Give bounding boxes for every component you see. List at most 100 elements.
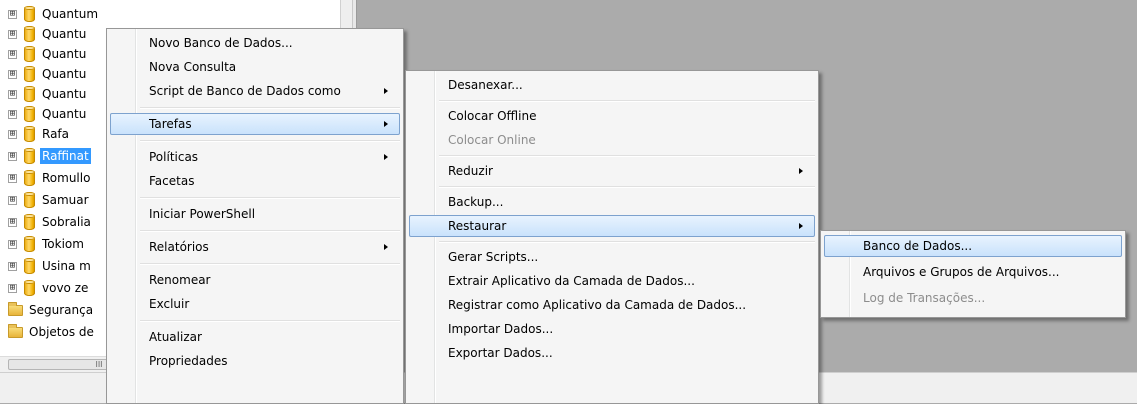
tree-item[interactable]: ⊞ Quantu bbox=[8, 84, 88, 104]
menu-item-label: Registrar como Aplicativo da Camada de D… bbox=[448, 298, 747, 312]
menu-item-restaurar[interactable]: Restaurar bbox=[409, 215, 815, 237]
menu-item-label: Iniciar PowerShell bbox=[149, 207, 256, 221]
tree-item[interactable]: ⊞ Usina m bbox=[8, 256, 93, 276]
menu-item-label: Gerar Scripts... bbox=[448, 250, 539, 264]
menu-item-extrair-aplicativo-da-camada-de-dados[interactable]: Extrair Aplicativo da Camada de Dados... bbox=[409, 270, 815, 292]
tree-item-label[interactable]: Samuar bbox=[40, 192, 91, 208]
database-icon bbox=[24, 106, 35, 122]
menu-item-relatorios[interactable]: Relatórios bbox=[110, 236, 400, 258]
submenu-arrow-icon bbox=[799, 168, 803, 174]
tree-item[interactable]: ⊞ Quantu bbox=[8, 24, 88, 44]
tree-item[interactable]: ⊞ Tokiom bbox=[8, 234, 86, 254]
menu-item-reduzir[interactable]: Reduzir bbox=[409, 160, 815, 182]
menu-item-label: Banco de Dados... bbox=[863, 239, 973, 253]
menu-separator bbox=[140, 107, 400, 109]
menu-item-label: Reduzir bbox=[448, 164, 493, 178]
database-icon bbox=[24, 86, 35, 102]
menu-item-banco-de-dados[interactable]: Banco de Dados... bbox=[824, 235, 1122, 257]
menu-item-atualizar[interactable]: Atualizar bbox=[110, 326, 400, 348]
menu-item-propriedades[interactable]: Propriedades bbox=[110, 350, 400, 372]
tree-item-label[interactable]: Tokiom bbox=[40, 236, 86, 252]
menu-separator bbox=[439, 186, 815, 188]
menu-item-exportar-dados[interactable]: Exportar Dados... bbox=[409, 342, 815, 364]
tree-item[interactable]: ⊞ Quantu bbox=[8, 104, 88, 124]
tree-item-label[interactable]: Objetos de bbox=[27, 324, 96, 340]
context-menu-database: Novo Banco de Dados... Nova Consulta Scrip… bbox=[106, 28, 404, 404]
tree-item[interactable]: ⊞ Rafa bbox=[8, 124, 71, 144]
tree-item[interactable]: ⊞ Raffinat bbox=[8, 146, 91, 166]
tree-item-label[interactable]: Rafa bbox=[40, 126, 71, 142]
menu-item-importar-dados[interactable]: Importar Dados... bbox=[409, 318, 815, 340]
tree-item[interactable]: ⊞ Samuar bbox=[8, 190, 91, 210]
expand-icon[interactable]: ⊞ bbox=[8, 109, 17, 119]
tree-item-label[interactable]: Quantu bbox=[40, 106, 88, 122]
tree-item-label[interactable]: Raffinat bbox=[40, 148, 91, 164]
menu-item-tarefas[interactable]: Tarefas bbox=[110, 113, 400, 135]
database-icon bbox=[24, 258, 35, 274]
expand-icon[interactable]: ⊞ bbox=[8, 29, 17, 39]
expand-icon[interactable]: ⊞ bbox=[8, 217, 17, 227]
menu-item-label: Desanexar... bbox=[448, 78, 523, 92]
expand-icon[interactable]: ⊞ bbox=[8, 261, 17, 271]
menu-item-excluir[interactable]: Excluir bbox=[110, 293, 400, 315]
menu-item-gerar-scripts[interactable]: Gerar Scripts... bbox=[409, 246, 815, 268]
menu-item-facetas[interactable]: Facetas bbox=[110, 170, 400, 192]
database-icon bbox=[24, 148, 35, 164]
database-icon bbox=[24, 236, 35, 252]
tree-item[interactable]: ⊞ Quantu bbox=[8, 44, 88, 64]
tree-item-label[interactable]: Segurança bbox=[27, 302, 95, 318]
menu-item-renomear[interactable]: Renomear bbox=[110, 269, 400, 291]
menu-item-label: Script de Banco de Dados como bbox=[149, 84, 341, 98]
database-icon bbox=[24, 214, 35, 230]
menu-item-nova-consulta[interactable]: Nova Consulta bbox=[110, 56, 400, 78]
tree-item-label[interactable]: Sobralia bbox=[40, 214, 93, 230]
tree-item-label[interactable]: Quantu bbox=[40, 26, 88, 42]
tree-item-label[interactable]: Quantu bbox=[40, 86, 88, 102]
tree-item-label[interactable]: Quantum bbox=[40, 6, 100, 22]
menu-item-backup[interactable]: Backup... bbox=[409, 191, 815, 213]
menu-item-label: Atualizar bbox=[149, 330, 202, 344]
menu-item-colocar-offline[interactable]: Colocar Offline bbox=[409, 105, 815, 127]
submenu-tarefas: Desanexar... Colocar Offline Colocar Onlin… bbox=[405, 70, 819, 404]
expand-icon[interactable]: ⊞ bbox=[8, 49, 17, 59]
expand-icon[interactable]: ⊞ bbox=[8, 69, 17, 79]
tree-item-label[interactable]: Quantu bbox=[40, 66, 88, 82]
tree-item[interactable]: ⊞ Romullo bbox=[8, 168, 92, 188]
tree-item-label[interactable]: Quantu bbox=[40, 46, 88, 62]
tree-item[interactable]: Segurança bbox=[8, 300, 95, 320]
menu-item-log-de-transacoes: Log de Transações... bbox=[824, 287, 1122, 309]
tree-item-label[interactable]: vovo ze bbox=[40, 280, 90, 296]
menu-item-arquivos-e-grupos-de-arquivos[interactable]: Arquivos e Grupos de Arquivos... bbox=[824, 261, 1122, 283]
menu-item-label: Excluir bbox=[149, 297, 190, 311]
expand-icon[interactable]: ⊞ bbox=[8, 89, 17, 99]
menu-item-label: Colocar Online bbox=[448, 133, 536, 147]
expand-icon[interactable]: ⊞ bbox=[8, 173, 17, 183]
menu-item-novo-banco-de-dados[interactable]: Novo Banco de Dados... bbox=[110, 32, 400, 54]
tree-item-label[interactable]: Usina m bbox=[40, 258, 93, 274]
expand-icon[interactable]: ⊞ bbox=[8, 129, 17, 139]
tree-item[interactable]: ⊞ Sobralia bbox=[8, 212, 93, 232]
menu-item-registrar-como-aplicativo-da-camada-de-dados[interactable]: Registrar como Aplicativo da Camada de D… bbox=[409, 294, 815, 316]
tree-item[interactable]: ⊞ vovo ze bbox=[8, 278, 90, 298]
expand-icon[interactable]: ⊞ bbox=[8, 195, 17, 205]
menu-item-label: Políticas bbox=[149, 150, 199, 164]
menu-item-label: Colocar Offline bbox=[448, 109, 537, 123]
expand-icon[interactable]: ⊞ bbox=[8, 151, 17, 161]
expand-icon[interactable]: ⊞ bbox=[8, 239, 17, 249]
tree-item[interactable]: ⊞ Quantum bbox=[8, 4, 100, 24]
tree-item-label[interactable]: Romullo bbox=[40, 170, 92, 186]
menu-item-label: Importar Dados... bbox=[448, 322, 554, 336]
database-icon bbox=[24, 46, 35, 62]
tree-item[interactable]: Objetos de bbox=[8, 322, 96, 342]
menu-item-label: Restaurar bbox=[448, 219, 507, 233]
menu-item-script-de-banco-de-dados-como[interactable]: Script de Banco de Dados como bbox=[110, 80, 400, 102]
menu-item-iniciar-powershell[interactable]: Iniciar PowerShell bbox=[110, 203, 400, 225]
tree-item[interactable]: ⊞ Quantu bbox=[8, 64, 88, 84]
menu-item-desanexar[interactable]: Desanexar... bbox=[409, 74, 815, 96]
expand-icon[interactable]: ⊞ bbox=[8, 9, 17, 19]
database-icon bbox=[24, 126, 35, 142]
menu-item-label: Renomear bbox=[149, 273, 211, 287]
expand-icon[interactable]: ⊞ bbox=[8, 283, 17, 293]
submenu-restaurar: Banco de Dados... Arquivos e Grupos de Ar… bbox=[820, 230, 1126, 318]
menu-item-politicas[interactable]: Políticas bbox=[110, 146, 400, 168]
